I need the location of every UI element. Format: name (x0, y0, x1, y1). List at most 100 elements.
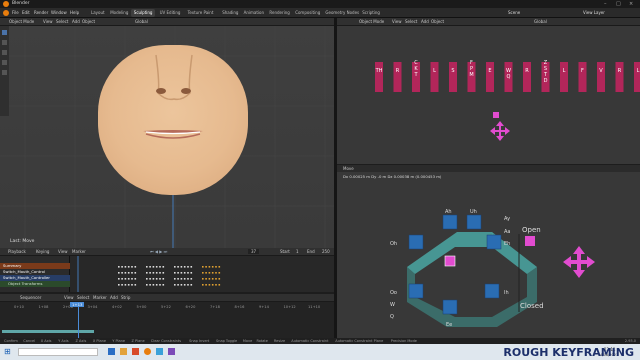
mode-selector[interactable]: Object Mode (9, 19, 34, 24)
keyframe[interactable] (215, 272, 217, 274)
app-icon-2[interactable] (120, 348, 127, 355)
keyframe[interactable] (177, 278, 179, 280)
keyframe[interactable] (180, 284, 183, 286)
phoneme-control[interactable]: WQ (504, 62, 513, 92)
rt-menu-view[interactable]: View (392, 19, 402, 24)
keyframe[interactable] (152, 266, 155, 268)
phoneme-control[interactable]: R (615, 62, 624, 92)
keyframe[interactable] (155, 284, 158, 286)
rt-menu-object[interactable]: Object (431, 19, 444, 24)
phoneme-control[interactable]: F (578, 62, 587, 92)
keyframe[interactable] (131, 278, 133, 280)
keyframe[interactable] (134, 266, 137, 268)
close-icon[interactable]: × (629, 1, 633, 7)
menu-render[interactable]: Render (34, 10, 48, 15)
keyframe[interactable] (118, 278, 120, 280)
keyframe[interactable] (118, 284, 120, 286)
transform-orientation[interactable]: Global (135, 19, 148, 24)
phoneme-control[interactable]: CKT (412, 60, 420, 92)
keyframe[interactable] (146, 266, 148, 268)
phoneme-control[interactable]: E (486, 62, 494, 92)
open-closed-handle[interactable] (525, 236, 535, 246)
keyframe[interactable] (205, 278, 207, 280)
keyframe[interactable] (118, 272, 120, 274)
viewport-menu-select[interactable]: Select (56, 19, 68, 24)
keyframe[interactable] (159, 266, 161, 268)
app-icon-3[interactable] (132, 348, 139, 355)
app-icon-6[interactable] (168, 348, 175, 355)
menu-help[interactable]: Help (70, 10, 79, 15)
keyframe[interactable] (124, 278, 127, 280)
scene-selector[interactable]: Scene (508, 10, 520, 15)
workspace-tab-compositing[interactable]: Compositing (292, 9, 323, 17)
workspace-tab-sculpting[interactable]: Sculpting (130, 9, 156, 17)
timeline-view-menu[interactable]: View (58, 249, 68, 254)
keyframe[interactable] (124, 266, 127, 268)
keyframe[interactable] (162, 284, 165, 286)
keyframe[interactable] (202, 272, 204, 274)
rt-menu-add[interactable]: Add (421, 19, 429, 24)
keyframe[interactable] (127, 266, 130, 268)
keyframe[interactable] (177, 272, 179, 274)
keyframe[interactable] (208, 272, 211, 274)
keyframe[interactable] (155, 272, 158, 274)
tool-select-icon[interactable] (2, 30, 7, 35)
phoneme-bar[interactable] (634, 62, 640, 92)
tool-move-icon[interactable] (2, 50, 7, 55)
keyframe[interactable] (211, 284, 214, 286)
keyframe[interactable] (127, 284, 130, 286)
keyframe[interactable] (155, 278, 158, 280)
keyframe[interactable] (149, 266, 151, 268)
workspace-tab-modeling[interactable]: Modeling (107, 9, 131, 17)
keyframe[interactable] (131, 266, 133, 268)
keyframe[interactable] (208, 266, 211, 268)
editor-type[interactable]: Sequencer (20, 295, 41, 300)
keyframe[interactable] (211, 266, 214, 268)
keyframe[interactable] (162, 266, 165, 268)
keyframe[interactable] (121, 278, 123, 280)
keyframe[interactable] (205, 284, 207, 286)
workspace-tab-texture-paint[interactable]: Texture Paint (185, 9, 217, 17)
keyframe[interactable] (218, 284, 221, 286)
windows-start-icon[interactable]: ⊞ (4, 347, 11, 356)
phoneme-bar[interactable] (597, 62, 605, 92)
phoneme-bar[interactable] (393, 62, 402, 92)
keyframe[interactable] (183, 278, 186, 280)
keyframe[interactable] (211, 278, 214, 280)
keyframe[interactable] (155, 266, 158, 268)
seq-menu-select[interactable]: Select (77, 295, 89, 300)
keyframe[interactable] (152, 284, 155, 286)
move-gizmo-icon[interactable] (563, 246, 595, 278)
phoneme-control[interactable]: ZSTD (541, 60, 550, 92)
blender-taskbar-icon[interactable] (144, 348, 151, 355)
keyframe[interactable] (149, 284, 151, 286)
phoneme-control[interactable]: V (597, 62, 605, 92)
keyframe[interactable] (208, 278, 211, 280)
playback-controls-icon[interactable]: ⏮ ◀ ▶ ⏭ (150, 249, 167, 254)
view-layer-selector[interactable]: View Layer (583, 10, 605, 15)
keyframe[interactable] (177, 266, 179, 268)
keyframe[interactable] (134, 272, 137, 274)
workspace-tab-uv-editing[interactable]: UV Editing (157, 9, 184, 17)
tool-cursor-icon[interactable] (2, 40, 7, 45)
viewport-menu-object[interactable]: Object (82, 19, 95, 24)
rt-transform[interactable]: Global (534, 19, 547, 24)
keyframe[interactable] (162, 272, 165, 274)
keyframe[interactable] (187, 284, 189, 286)
keyframe[interactable] (162, 278, 165, 280)
rt-menu-select[interactable]: Select (405, 19, 417, 24)
phoneme-slider-handle[interactable] (493, 112, 499, 118)
keyframe[interactable] (190, 272, 193, 274)
end-field[interactable]: 250 (322, 249, 330, 254)
menu-edit[interactable]: Edit (22, 10, 30, 15)
app-icon-1[interactable] (108, 348, 115, 355)
keyframe[interactable] (187, 266, 189, 268)
keyframe[interactable] (159, 278, 161, 280)
keyframe[interactable] (190, 278, 193, 280)
tool-rotate-icon[interactable] (2, 60, 7, 65)
audio-strip[interactable] (2, 330, 94, 333)
phoneme-control[interactable]: TH (375, 62, 383, 92)
phoneme-control[interactable]: FPM (467, 60, 476, 92)
keyframe[interactable] (124, 272, 127, 274)
menu-file[interactable]: File (12, 10, 19, 15)
